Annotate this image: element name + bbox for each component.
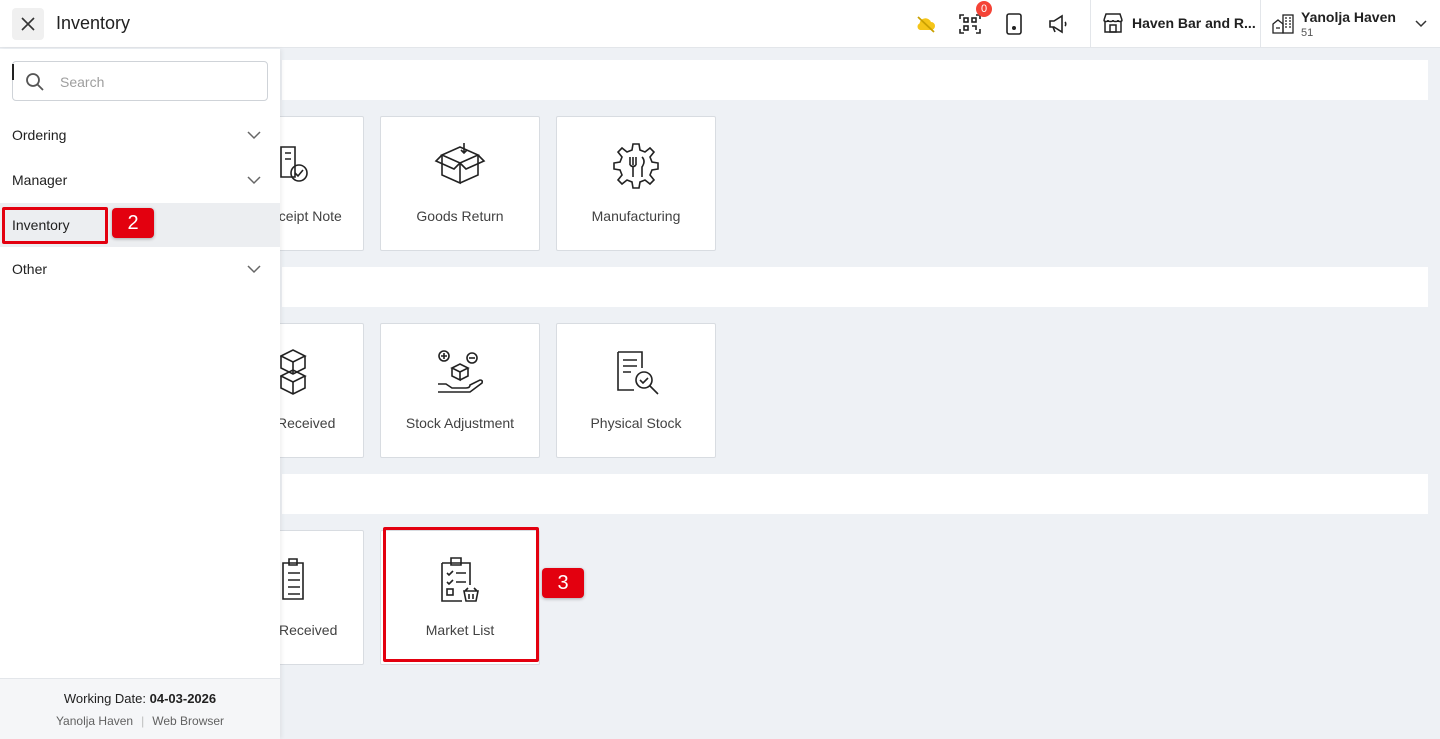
sidebar-item-label: Other [12, 261, 48, 277]
card-label: Stock Adjustment [405, 415, 515, 431]
card-label: Goods Return [416, 208, 504, 224]
sidebar: Search Ordering Manager Inventory Other … [0, 49, 280, 739]
card-physical-stock[interactable]: Physical Stock [556, 323, 716, 458]
box-return-icon [434, 143, 486, 185]
megaphone-icon [1049, 14, 1067, 34]
outlet-name: Haven Bar and R... [1132, 15, 1256, 31]
chevron-down-icon [247, 176, 261, 185]
step-badge-2: 2 [112, 208, 154, 238]
footer-separator: | [141, 714, 145, 728]
working-date-label: Working Date: [63, 691, 146, 706]
sidebar-item-label: Ordering [12, 127, 67, 143]
text-cursor [12, 64, 14, 80]
sidebar-item-label: Manager [12, 172, 68, 188]
highlight-market-list [383, 527, 539, 662]
step-badge-3: 3 [542, 568, 584, 598]
card-label: eceipt Note [271, 208, 342, 224]
footer-platform: Web Browser [152, 714, 225, 728]
chevron-down-icon [247, 131, 261, 140]
profile-dropdown[interactable] [1414, 17, 1428, 36]
announcement-button[interactable] [1046, 12, 1070, 36]
card-manufacturing[interactable]: Manufacturing [556, 116, 716, 251]
cloud-off-icon [917, 16, 935, 33]
profile-name[interactable]: Yanolja Haven [1301, 9, 1396, 25]
search-input[interactable]: Search [12, 61, 268, 101]
header-divider [1260, 0, 1261, 48]
search-icon [26, 73, 44, 91]
close-icon [21, 17, 35, 31]
clipboard-list-icon [282, 558, 304, 600]
hand-box-adjust-icon [438, 350, 484, 393]
tablet-icon [1006, 13, 1022, 35]
gear-utensils-icon [613, 143, 659, 189]
outlet-selector[interactable]: Haven Bar and R... [1102, 12, 1256, 34]
top-header: Inventory 0 Haven Bar and R... Yanolja H… [0, 0, 1440, 48]
card-label: Physical Stock [590, 415, 682, 431]
document-search-icon [617, 351, 659, 395]
cloud-off-button[interactable] [914, 12, 938, 36]
search-placeholder: Search [60, 74, 105, 90]
sidebar-footer: Working Date: 04-03-2026 Yanolja Haven | W… [0, 678, 280, 739]
section-header [282, 60, 1428, 100]
header-divider [1090, 0, 1091, 48]
working-date: Working Date: 04-03-2026 [0, 691, 280, 706]
section-header [282, 474, 1428, 514]
close-menu-button[interactable] [12, 8, 44, 40]
card-label: Received [279, 622, 338, 638]
footer-meta: Yanolja Haven | Web Browser [0, 714, 280, 728]
card-goods-return[interactable]: Goods Return [380, 116, 540, 251]
highlight-inventory [2, 207, 108, 244]
qr-scan-button[interactable] [958, 12, 982, 36]
card-label: Received [277, 415, 336, 431]
page-title: Inventory [56, 13, 131, 33]
section-header [282, 267, 1428, 307]
property-icon-wrap [1272, 12, 1294, 39]
card-stock-adjustment[interactable]: Stock Adjustment [380, 323, 540, 458]
tablet-button[interactable] [1002, 12, 1026, 36]
sidebar-item-manager[interactable]: Manager [0, 158, 280, 202]
card-label: Manufacturing [591, 208, 681, 224]
footer-user: Yanolja Haven [55, 714, 134, 728]
boxes-icon [279, 349, 307, 395]
qr-code-icon [959, 14, 981, 34]
store-icon [1103, 13, 1123, 33]
profile-sub: 51 [1301, 27, 1314, 39]
sidebar-item-ordering[interactable]: Ordering [0, 113, 280, 157]
building-icon [1272, 14, 1294, 34]
chevron-down-icon [1415, 20, 1427, 28]
working-date-value: 04-03-2026 [149, 691, 217, 706]
chevron-down-icon [247, 265, 261, 274]
sidebar-item-other[interactable]: Other [0, 247, 280, 291]
receipt-check-icon [280, 146, 308, 182]
notification-badge: 0 [976, 1, 992, 17]
